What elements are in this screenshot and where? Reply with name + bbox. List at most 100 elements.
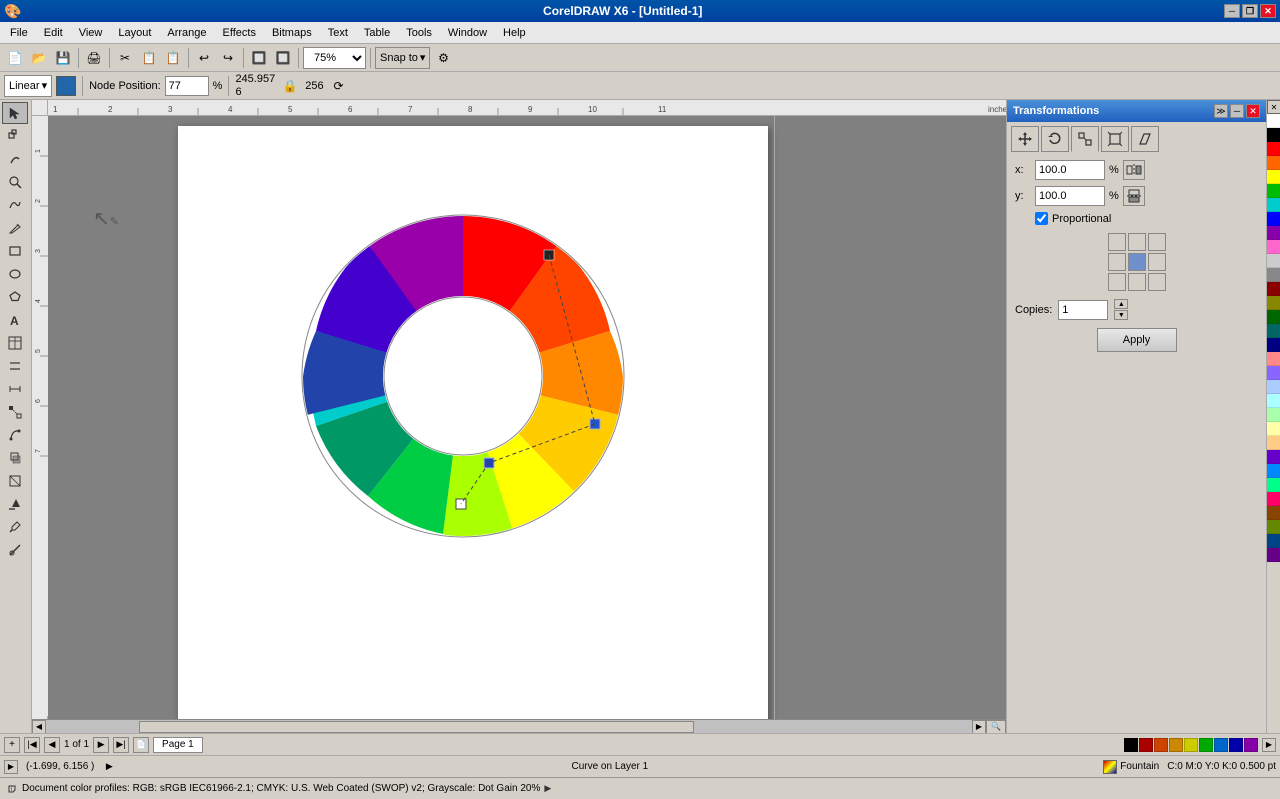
color-swatch-black[interactable] (1267, 128, 1280, 142)
grid-cell-ml[interactable] (1108, 253, 1126, 271)
new-button[interactable]: 📄 (4, 47, 26, 69)
tool-text[interactable]: A (2, 309, 28, 331)
bc-purple[interactable] (1244, 738, 1258, 752)
redo-button[interactable]: ↪ (217, 47, 239, 69)
grid-cell-bl[interactable] (1108, 273, 1126, 291)
tool-smartfill[interactable] (2, 539, 28, 561)
tool-distort[interactable] (2, 424, 28, 446)
color-swatch-purple[interactable] (1267, 226, 1280, 240)
menu-effects[interactable]: Effects (215, 25, 264, 41)
color-swatch-ltcyan[interactable] (1267, 394, 1280, 408)
fill-preview[interactable] (1103, 760, 1117, 774)
color-swatch-ltyellow[interactable] (1267, 422, 1280, 436)
restore-button[interactable]: ❐ (1242, 4, 1258, 18)
color-swatch-olive[interactable] (1267, 296, 1280, 310)
color-swatch-ltblue[interactable] (1267, 380, 1280, 394)
color-swatch-mint[interactable] (1267, 478, 1280, 492)
tab-skew[interactable] (1131, 126, 1159, 152)
bc-gold[interactable] (1184, 738, 1198, 752)
save-button[interactable]: 💾 (52, 47, 74, 69)
menu-tools[interactable]: Tools (398, 25, 440, 41)
tool-ellipse[interactable] (2, 263, 28, 285)
tool-table[interactable] (2, 332, 28, 354)
tab-scale[interactable] (1071, 126, 1099, 152)
page-1-tab[interactable]: Page 1 (153, 737, 203, 753)
bc-orange[interactable] (1154, 738, 1168, 752)
color-swatch-teal[interactable] (1267, 324, 1280, 338)
menu-view[interactable]: View (71, 25, 111, 41)
panel-minimize-button[interactable]: ─ (1230, 104, 1244, 118)
tool-freehand[interactable] (2, 194, 28, 216)
palette-scroll-right[interactable]: ▶ (1262, 738, 1276, 752)
menu-text[interactable]: Text (320, 25, 356, 41)
open-button[interactable]: 📂 (28, 47, 50, 69)
color-swatch-indigo[interactable] (1267, 450, 1280, 464)
tool-rectangle[interactable] (2, 240, 28, 262)
menu-edit[interactable]: Edit (36, 25, 71, 41)
no-fill-swatch[interactable]: ✕ (1267, 100, 1280, 114)
menu-window[interactable]: Window (440, 25, 495, 41)
copies-up-button[interactable]: ▲ (1114, 299, 1128, 309)
apply-button[interactable]: Apply (1097, 328, 1177, 352)
gradient-type-dropdown[interactable]: Linear ▾ (4, 75, 52, 97)
last-page-button[interactable]: ▶| (113, 737, 129, 753)
fill-color-button[interactable] (56, 76, 76, 96)
color-swatch-gray[interactable] (1267, 268, 1280, 282)
tool-shadow[interactable] (2, 447, 28, 469)
grid-cell-tr[interactable] (1148, 233, 1166, 251)
first-page-button[interactable]: |◀ (24, 737, 40, 753)
grid-cell-mr[interactable] (1148, 253, 1166, 271)
minimize-button[interactable]: ─ (1224, 4, 1240, 18)
menu-file[interactable]: File (2, 25, 36, 41)
proportional-label[interactable]: Proportional (1052, 213, 1111, 225)
color-swatch-green[interactable] (1267, 184, 1280, 198)
scroll-right-button[interactable]: ▶ (972, 720, 986, 734)
menu-layout[interactable]: Layout (110, 25, 159, 41)
y-flip-button[interactable] (1123, 186, 1145, 206)
profile-more-button[interactable]: ▶ (544, 783, 551, 794)
color-swatch-yellow[interactable] (1267, 170, 1280, 184)
color-swatch-violet[interactable] (1267, 366, 1280, 380)
insert-page-button[interactable]: 📄 (133, 737, 149, 753)
snap-to-dropdown[interactable]: Snap to ▾ (375, 47, 430, 69)
color-swatch-ltgray[interactable] (1267, 254, 1280, 268)
color-swatch-grape[interactable] (1267, 548, 1280, 562)
print-button[interactable]: 🖨 (83, 47, 105, 69)
proportional-checkbox[interactable] (1035, 212, 1048, 225)
color-swatch-orange[interactable] (1267, 156, 1280, 170)
scroll-thumb[interactable] (139, 721, 695, 733)
tool-pen[interactable] (2, 217, 28, 239)
statusbar-expand[interactable]: ▶ (4, 760, 18, 774)
paste-button[interactable]: 📋 (162, 47, 184, 69)
color-swatch-red[interactable] (1267, 142, 1280, 156)
color-swatch-dkgreen[interactable] (1267, 310, 1280, 324)
grid-cell-bc[interactable] (1128, 273, 1146, 291)
copies-input[interactable] (1058, 300, 1108, 320)
add-page-button[interactable]: + (4, 737, 20, 753)
copies-down-button[interactable]: ▼ (1114, 310, 1128, 320)
export-button[interactable]: 🔲 (272, 47, 294, 69)
bc-red[interactable] (1139, 738, 1153, 752)
tool-shape[interactable] (2, 125, 28, 147)
zoom-dropdown[interactable]: 75% 50% 100% 150% 200% (303, 47, 366, 69)
grid-cell-tl[interactable] (1108, 233, 1126, 251)
color-swatch-brown[interactable] (1267, 506, 1280, 520)
grid-cell-br[interactable] (1148, 273, 1166, 291)
color-swatch-ltgreen[interactable] (1267, 408, 1280, 422)
tool-smear[interactable] (2, 148, 28, 170)
tool-blend[interactable] (2, 401, 28, 423)
tab-rotate[interactable] (1041, 126, 1069, 152)
cursor-expand[interactable]: ▶ (102, 760, 116, 774)
menu-table[interactable]: Table (356, 25, 398, 41)
tool-transparency[interactable] (2, 470, 28, 492)
bc-black[interactable] (1124, 738, 1138, 752)
color-swatch-salmon[interactable] (1267, 352, 1280, 366)
y-scale-input[interactable] (1035, 186, 1105, 206)
color-swatch-rose[interactable] (1267, 492, 1280, 506)
copies-spinner[interactable]: ▲ ▼ (1114, 299, 1128, 320)
color-swatch-skyblue[interactable] (1267, 464, 1280, 478)
color-swatch-pink[interactable] (1267, 240, 1280, 254)
color-swatch-cyan[interactable] (1267, 198, 1280, 212)
tool-parallel[interactable] (2, 355, 28, 377)
panel-close-button[interactable]: ✕ (1246, 104, 1260, 118)
